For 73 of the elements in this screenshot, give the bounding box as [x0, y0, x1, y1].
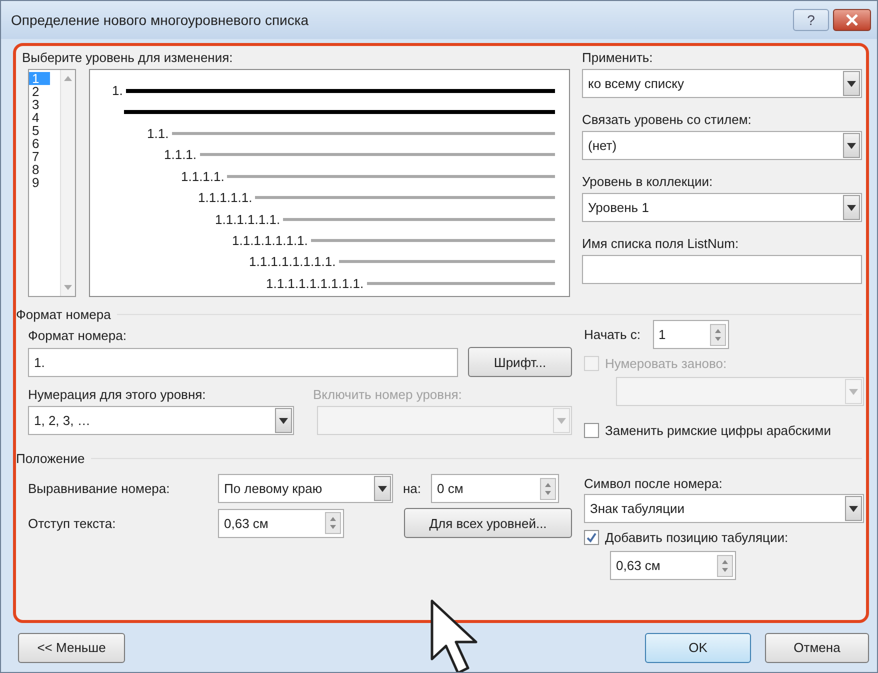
field-label: Выравнивание номера: — [28, 481, 171, 496]
dropdown-arrow-icon[interactable] — [279, 418, 288, 424]
tab-stop-spinner[interactable]: 0,63 см — [610, 551, 736, 580]
level-item[interactable]: 5 — [29, 124, 60, 137]
field-label: Формат номера: — [28, 328, 128, 343]
level-item[interactable]: 7 — [29, 150, 60, 163]
spin-arrows-icon[interactable] — [710, 324, 726, 346]
field-label: Начать с: — [584, 327, 641, 342]
gallery-level-dropdown[interactable]: Уровень 1 — [582, 193, 862, 222]
level-item[interactable]: 2 — [29, 85, 60, 98]
preview-number: 1.1.1.1.1.1. — [215, 212, 280, 227]
window-title: Определение нового многоуровневого списка — [11, 12, 309, 28]
checkbox-label: Заменить римские цифры арабскими — [605, 422, 831, 438]
cancel-button[interactable]: Отмена — [765, 632, 869, 662]
apply-dropdown[interactable]: ко всему списку — [582, 69, 862, 98]
preview-number: 1.1.1.1.1. — [198, 190, 252, 206]
section-title: Формат номера — [16, 307, 111, 322]
ok-button[interactable]: OK — [645, 632, 751, 662]
preview-number: 1.1.1.1.1.1.1.1.1. — [266, 276, 364, 291]
all-levels-button[interactable]: Для всех уровней... — [404, 508, 572, 538]
close-button[interactable] — [833, 9, 871, 31]
level-item[interactable]: 3 — [29, 98, 60, 111]
field-label: на: — [403, 481, 422, 496]
preview-number: 1.1.1.1.1.1.1.1. — [249, 254, 336, 270]
checkbox[interactable] — [584, 530, 599, 544]
listnum-field[interactable] — [582, 255, 862, 284]
spin-arrows-icon[interactable] — [325, 512, 341, 534]
field-label: Связать уровень со стилем: — [582, 112, 752, 127]
field-label: Нумерация для этого уровня: — [28, 387, 207, 402]
level-item[interactable]: 8 — [29, 163, 60, 176]
close-icon[interactable] — [845, 14, 859, 26]
field-label: Включить номер уровня: — [313, 387, 462, 402]
dropdown-arrow-icon[interactable] — [849, 506, 858, 512]
spin-arrows-icon[interactable] — [717, 554, 733, 576]
style-dropdown[interactable]: (нет) — [582, 131, 862, 160]
checkbox-label: Нумеровать заново: — [605, 356, 727, 370]
preview-number: 1.1.1. — [164, 147, 197, 162]
level-item[interactable]: 4 — [29, 111, 60, 124]
follow-number-dropdown[interactable]: Знак табуляции — [584, 494, 864, 523]
checkbox[interactable] — [584, 422, 599, 438]
section-title: Положение — [16, 451, 85, 466]
field-label: Символ после номера: — [584, 476, 724, 491]
scrollbar[interactable] — [60, 70, 75, 296]
numbering-style-dropdown[interactable]: 1, 2, 3, … — [28, 406, 294, 435]
field-label: Применить: — [582, 50, 654, 65]
dropdown-arrow-icon[interactable] — [378, 486, 387, 492]
scroll-up-icon[interactable] — [64, 76, 72, 81]
field-label: Отступ текста: — [28, 516, 117, 530]
preview-number: 1. — [112, 83, 123, 98]
help-button[interactable]: ? — [793, 9, 829, 31]
level-list[interactable]: 1 2 3 4 5 6 7 8 9 — [28, 69, 76, 297]
field-label: Имя списка поля ListNum: — [582, 236, 740, 251]
dropdown-arrow-icon[interactable] — [847, 204, 856, 210]
level-item[interactable]: 6 — [29, 137, 60, 150]
field-label: Выберите уровень для изменения: — [22, 50, 234, 65]
checkbox-label: Добавить позицию табуляции: — [605, 530, 788, 544]
alignment-dropdown[interactable]: По левому краю — [218, 474, 393, 503]
checkmark-icon — [586, 532, 597, 542]
indent-spinner[interactable]: 0,63 см — [218, 508, 344, 538]
scroll-down-icon[interactable] — [64, 285, 72, 290]
spin-arrows-icon[interactable] — [540, 478, 556, 500]
preview-number: 1.1. — [147, 126, 169, 141]
aligned-at-spinner[interactable]: 0 см — [431, 474, 560, 503]
dropdown-arrow-icon[interactable] — [847, 142, 856, 148]
field-label: Уровень в коллекции: — [582, 174, 714, 189]
dropdown-arrow-icon[interactable] — [847, 80, 856, 86]
font-button[interactable]: Шрифт... — [468, 347, 572, 377]
preview-number: 1.1.1.1. — [181, 168, 224, 184]
less-button[interactable]: << Меньше — [18, 632, 125, 662]
level-item[interactable]: 9 — [29, 176, 60, 189]
preview-number: 1.1.1.1.1.1.1. — [232, 232, 308, 248]
number-format-field[interactable]: 1. — [28, 348, 458, 376]
start-at-spinner[interactable]: 1 — [652, 320, 729, 349]
